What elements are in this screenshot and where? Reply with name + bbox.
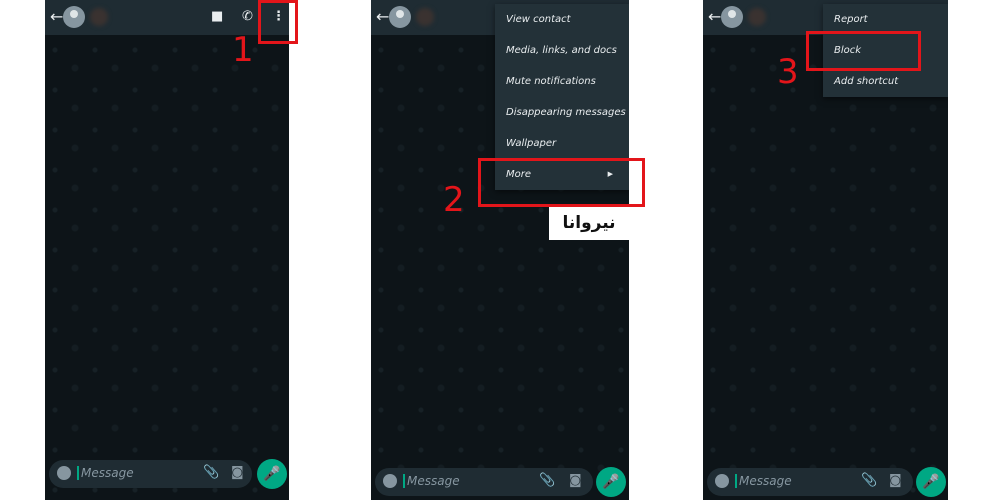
phone-icon[interactable]: ✆ <box>242 9 253 24</box>
menu-item-media-links-docs[interactable]: Media, links, and docs <box>495 35 629 66</box>
back-arrow-icon[interactable]: ← <box>50 7 63 26</box>
chat-screen-step-3: ← Report Block Add shortcut Message 📎 ◙ … <box>703 0 948 500</box>
step-number-3: 3 <box>777 52 799 92</box>
avatar[interactable] <box>389 6 411 28</box>
back-arrow-icon[interactable]: ← <box>376 7 389 26</box>
back-arrow-icon[interactable]: ← <box>708 7 721 26</box>
mic-button[interactable]: 🎤 <box>257 459 287 489</box>
message-input-bar[interactable]: Message 📎 ◙ <box>707 468 913 496</box>
message-input-bar[interactable]: Message 📎 ◙ <box>49 460 252 488</box>
camera-icon[interactable]: ◙ <box>889 473 902 488</box>
message-input-bar[interactable]: Message 📎 ◙ <box>375 468 593 496</box>
attach-icon[interactable]: 📎 <box>203 465 219 480</box>
avatar[interactable] <box>63 6 85 28</box>
message-input[interactable]: Message <box>735 474 792 488</box>
video-call-icon[interactable]: ■ <box>211 9 223 24</box>
camera-icon[interactable]: ◙ <box>231 465 244 480</box>
camera-icon[interactable]: ◙ <box>569 473 582 488</box>
menu-item-mute-notifications[interactable]: Mute notifications <box>495 66 629 97</box>
watermark-logo: نیروانا <box>549 207 629 240</box>
avatar[interactable] <box>721 6 743 28</box>
highlight-box-step-3 <box>806 31 921 71</box>
menu-item-view-contact[interactable]: View contact <box>495 4 629 35</box>
menu-item-disappearing-messages[interactable]: Disappearing messages <box>495 97 629 128</box>
step-number-2: 2 <box>443 180 465 220</box>
contact-name-blurred[interactable] <box>748 8 766 26</box>
step-number-1: 1 <box>232 30 254 70</box>
chat-screen-step-2: ← View contact Media, links, and docs Mu… <box>371 0 629 500</box>
message-input[interactable]: Message <box>403 474 460 488</box>
contact-name-blurred[interactable] <box>416 8 434 26</box>
highlight-box-step-2 <box>478 158 645 207</box>
mic-button[interactable]: 🎤 <box>596 467 626 497</box>
emoji-icon[interactable] <box>57 466 71 480</box>
contact-name-blurred[interactable] <box>90 8 108 26</box>
attach-icon[interactable]: 📎 <box>861 473 877 488</box>
message-input[interactable]: Message <box>77 466 134 480</box>
highlight-box-step-1 <box>258 0 298 44</box>
emoji-icon[interactable] <box>715 474 729 488</box>
attach-icon[interactable]: 📎 <box>539 473 555 488</box>
mic-button[interactable]: 🎤 <box>916 467 946 497</box>
emoji-icon[interactable] <box>383 474 397 488</box>
chat-screen-step-1: ← ■ ✆ ⋮ Message 📎 ◙ 🎤 <box>45 0 289 500</box>
menu-item-wallpaper[interactable]: Wallpaper <box>495 128 629 159</box>
